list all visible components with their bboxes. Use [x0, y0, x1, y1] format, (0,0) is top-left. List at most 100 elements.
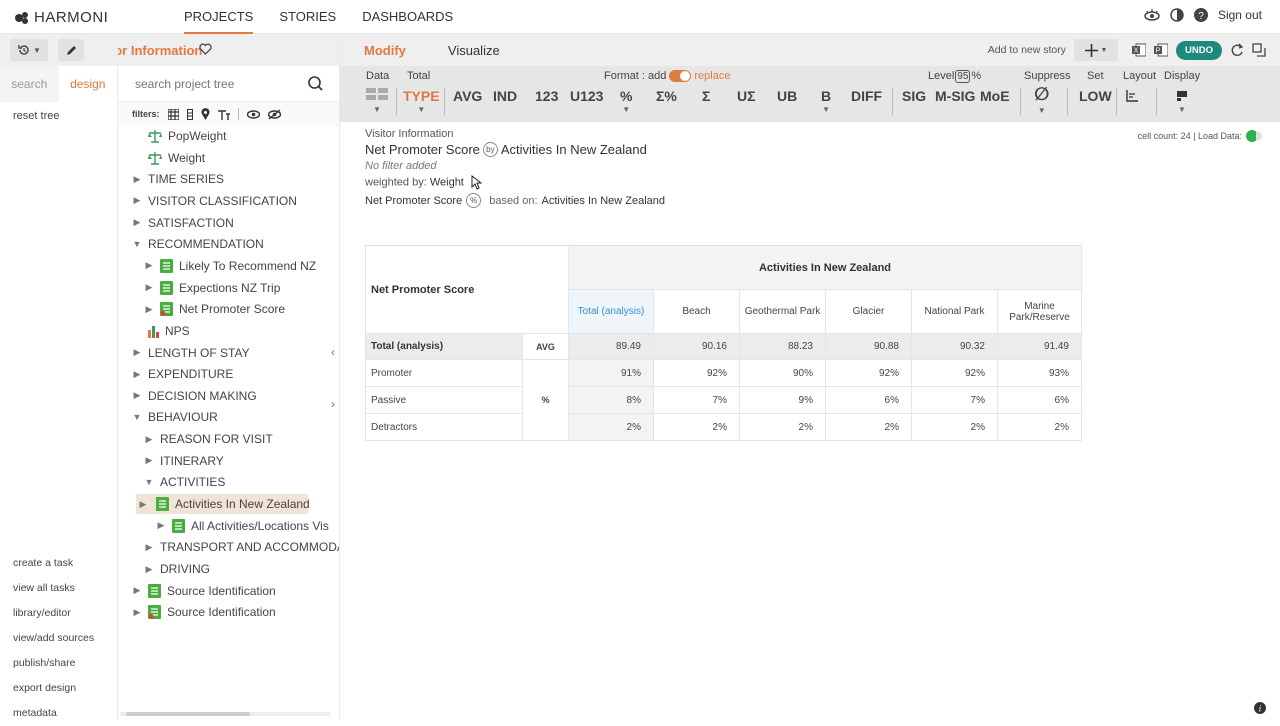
- column-group-header[interactable]: Activities In New Zealand: [569, 246, 1082, 290]
- info-icon[interactable]: i: [1254, 702, 1266, 714]
- nav-tab-stories[interactable]: STORIES: [279, 0, 336, 34]
- collapse-panel-handle[interactable]: ‹ ›: [331, 345, 339, 415]
- add-to-story-button[interactable]: ▼: [1074, 39, 1119, 61]
- table-cell[interactable]: 90.88: [826, 334, 912, 360]
- eye-icon[interactable]: [1144, 9, 1160, 21]
- expand-arrow-icon[interactable]: ▶: [132, 217, 142, 228]
- link-view-all-tasks[interactable]: view all tasks: [13, 576, 94, 601]
- expand-arrow-icon[interactable]: ▶: [144, 564, 154, 574]
- add-to-new-story-label[interactable]: Add to new story: [988, 44, 1066, 56]
- expand-arrow-icon[interactable]: ▶: [144, 260, 154, 271]
- hide-icon[interactable]: [267, 108, 281, 120]
- tab-design[interactable]: design: [58, 66, 117, 102]
- tree-node[interactable]: ▼ BEHAVIOUR: [132, 407, 218, 427]
- tree-node[interactable]: ▶ VISITOR CLASSIFICATION: [132, 191, 297, 211]
- swap-icon[interactable]: [1252, 43, 1266, 57]
- column-header[interactable]: National Park: [912, 290, 998, 334]
- contrast-icon[interactable]: [1170, 8, 1184, 22]
- table-cell[interactable]: 2%: [826, 414, 912, 441]
- help-icon[interactable]: ?: [1193, 8, 1208, 22]
- row-label[interactable]: Detractors: [366, 414, 523, 441]
- tree-node[interactable]: ▼ ACTIVITIES: [144, 472, 226, 492]
- edit-button[interactable]: [58, 39, 84, 61]
- tree-node[interactable]: ▶ All Activities/Locations Vis: [156, 516, 329, 536]
- report-col-variable[interactable]: Activities In New Zealand: [501, 142, 647, 157]
- layout-button[interactable]: [1126, 90, 1138, 102]
- text-filter-icon[interactable]: [217, 109, 230, 120]
- refresh-icon[interactable]: [1230, 43, 1244, 57]
- row-variable-header[interactable]: Net Promoter Score: [366, 246, 569, 334]
- tree-node[interactable]: NPS: [148, 321, 190, 341]
- harmoni-logo[interactable]: HARMONI: [14, 9, 108, 26]
- table-cell[interactable]: 6%: [998, 387, 1082, 414]
- tree-search-input[interactable]: [135, 76, 305, 91]
- expand-arrow-icon[interactable]: ▶: [144, 434, 154, 444]
- diff-button[interactable]: DIFF: [851, 88, 882, 104]
- excel-icon[interactable]: X: [1132, 43, 1147, 57]
- table-cell[interactable]: 88.23: [740, 334, 826, 360]
- tab-modify[interactable]: Modify: [364, 43, 406, 58]
- ind-button[interactable]: IND: [493, 88, 517, 104]
- expand-arrow-icon[interactable]: ▶: [156, 520, 166, 531]
- search-icon[interactable]: [308, 76, 323, 91]
- column-header[interactable]: Geothermal Park: [740, 290, 826, 334]
- tree-node[interactable]: ▶ TRANSPORT AND ACCOMMODA: [144, 537, 339, 557]
- m-sig-button[interactable]: M-SIG: [935, 88, 975, 104]
- tree-node[interactable]: ▶ ITINERARY: [144, 451, 224, 471]
- sum-percent-button[interactable]: Σ%: [656, 88, 677, 104]
- tree-node[interactable]: ▶ REASON FOR VISIT: [144, 429, 273, 449]
- table-cell[interactable]: 7%: [912, 387, 998, 414]
- expand-arrow-icon[interactable]: ▶: [144, 542, 154, 552]
- table-cell[interactable]: 2%: [569, 414, 654, 441]
- link-create-task[interactable]: create a task: [13, 551, 94, 576]
- table-cell[interactable]: 92%: [654, 360, 740, 387]
- tree-node[interactable]: ▶ Likely To Recommend NZ: [144, 256, 316, 276]
- type-button[interactable]: TYPE ▼: [403, 88, 440, 114]
- sum-button[interactable]: Σ: [702, 88, 710, 104]
- expand-arrow-icon[interactable]: ▶: [132, 347, 142, 358]
- level-value[interactable]: 95: [955, 70, 971, 83]
- sig-button[interactable]: SIG: [902, 88, 926, 104]
- table-cell[interactable]: 91%: [569, 360, 654, 387]
- table-cell[interactable]: 91.49: [998, 334, 1082, 360]
- table-cell[interactable]: 89.49: [569, 334, 654, 360]
- table-cell[interactable]: 90.32: [912, 334, 998, 360]
- tree-node[interactable]: ▶ Source Identification: [132, 581, 276, 601]
- column-header[interactable]: Glacier: [826, 290, 912, 334]
- row-label[interactable]: Passive: [366, 387, 523, 414]
- undo-button[interactable]: UNDO: [1176, 40, 1222, 60]
- expand-arrow-icon[interactable]: ▶: [144, 455, 154, 466]
- count-button[interactable]: 123: [535, 88, 558, 104]
- table-cell[interactable]: 2%: [654, 414, 740, 441]
- location-filter-icon[interactable]: [201, 108, 210, 120]
- collapse-arrow-icon[interactable]: ▼: [144, 477, 154, 487]
- column-filter-icon[interactable]: [186, 108, 193, 120]
- expand-arrow-icon[interactable]: ▶: [132, 390, 142, 401]
- percent-button[interactable]: % ▼: [620, 88, 632, 114]
- tree-node[interactable]: Weight: [148, 148, 205, 168]
- link-export-design[interactable]: export design: [13, 676, 94, 701]
- grid-filter-icon[interactable]: [167, 108, 179, 120]
- tree-node[interactable]: PopWeight: [148, 126, 226, 146]
- tab-search[interactable]: search: [0, 66, 59, 102]
- sign-out-link[interactable]: Sign out: [1218, 8, 1262, 22]
- table-cell[interactable]: 8%: [569, 387, 654, 414]
- format-replace-toggle[interactable]: [669, 70, 692, 83]
- tree-node[interactable]: ▶ SATISFACTION: [132, 213, 234, 233]
- tree-node[interactable]: ▶ EXPENDITURE: [132, 364, 234, 384]
- table-cell[interactable]: 9%: [740, 387, 826, 414]
- set-low-button[interactable]: LOW: [1079, 88, 1112, 104]
- tree-node[interactable]: ▶ DRIVING: [144, 559, 210, 579]
- table-cell[interactable]: 2%: [912, 414, 998, 441]
- link-metadata[interactable]: metadata: [13, 701, 94, 726]
- tree-node[interactable]: ▶ TIME SERIES: [132, 169, 224, 189]
- table-cell[interactable]: 90.16: [654, 334, 740, 360]
- show-hidden-icon[interactable]: [246, 109, 260, 119]
- table-cell[interactable]: 2%: [740, 414, 826, 441]
- tab-visualize[interactable]: Visualize: [448, 43, 500, 58]
- tree-node[interactable]: ▶ LENGTH OF STAY: [132, 343, 250, 363]
- heart-icon[interactable]: [199, 43, 212, 55]
- weight-variable[interactable]: Weight: [430, 176, 464, 188]
- expand-arrow-icon[interactable]: ▶: [132, 607, 142, 617]
- project-name[interactable]: Visitor Information: [118, 43, 202, 58]
